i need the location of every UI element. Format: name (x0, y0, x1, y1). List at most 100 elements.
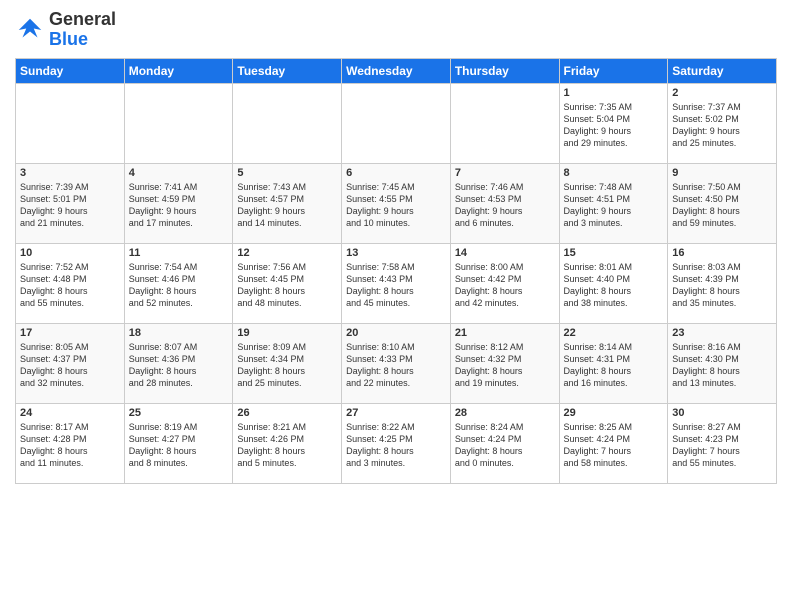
calendar-week-2: 3 Sunrise: 7:39 AM Sunset: 5:01 PM Daylig… (16, 163, 777, 243)
day-info: Sunrise: 7:56 AM Sunset: 4:45 PM Dayligh… (237, 261, 337, 310)
day-info: Sunrise: 7:48 AM Sunset: 4:51 PM Dayligh… (564, 181, 664, 230)
calendar-cell: 18 Sunrise: 8:07 AM Sunset: 4:36 PM Dayli… (124, 323, 233, 403)
header: General Blue (15, 10, 777, 50)
day-info: Sunrise: 8:09 AM Sunset: 4:34 PM Dayligh… (237, 341, 337, 390)
day-number: 23 (672, 327, 772, 339)
calendar-cell: 19 Sunrise: 8:09 AM Sunset: 4:34 PM Dayli… (233, 323, 342, 403)
day-info: Sunrise: 8:21 AM Sunset: 4:26 PM Dayligh… (237, 421, 337, 470)
calendar-cell: 2 Sunrise: 7:37 AM Sunset: 5:02 PM Daylig… (668, 83, 777, 163)
calendar-cell (450, 83, 559, 163)
day-info: Sunrise: 8:05 AM Sunset: 4:37 PM Dayligh… (20, 341, 120, 390)
day-info: Sunrise: 8:12 AM Sunset: 4:32 PM Dayligh… (455, 341, 555, 390)
calendar-cell: 28 Sunrise: 8:24 AM Sunset: 4:24 PM Dayli… (450, 403, 559, 483)
day-number: 10 (20, 247, 120, 259)
day-number: 30 (672, 407, 772, 419)
day-number: 15 (564, 247, 664, 259)
weekday-header-sunday: Sunday (16, 58, 125, 83)
day-number: 4 (129, 167, 229, 179)
calendar-cell: 20Sunrise: 8:10 AM Sunset: 4:33 PM Dayli… (342, 323, 451, 403)
calendar-cell: 25 Sunrise: 8:19 AM Sunset: 4:27 PM Dayli… (124, 403, 233, 483)
day-info: Sunrise: 7:46 AM Sunset: 4:53 PM Dayligh… (455, 181, 555, 230)
day-info: Sunrise: 8:17 AM Sunset: 4:28 PM Dayligh… (20, 421, 120, 470)
day-info: Sunrise: 8:00 AM Sunset: 4:42 PM Dayligh… (455, 261, 555, 310)
calendar-cell (124, 83, 233, 163)
day-info: Sunrise: 7:45 AM Sunset: 4:55 PM Dayligh… (346, 181, 446, 230)
calendar-cell: 8Sunrise: 7:48 AM Sunset: 4:51 PM Daylig… (559, 163, 668, 243)
calendar-cell: 26 Sunrise: 8:21 AM Sunset: 4:26 PM Dayli… (233, 403, 342, 483)
calendar-cell: 22Sunrise: 8:14 AM Sunset: 4:31 PM Dayli… (559, 323, 668, 403)
day-number: 9 (672, 167, 772, 179)
weekday-header-monday: Monday (124, 58, 233, 83)
calendar-cell: 24 Sunrise: 8:17 AM Sunset: 4:28 PM Dayli… (16, 403, 125, 483)
weekday-header-row: SundayMondayTuesdayWednesdayThursdayFrid… (16, 58, 777, 83)
logo: General Blue (15, 10, 116, 50)
day-info: Sunrise: 7:35 AM Sunset: 5:04 PM Dayligh… (564, 101, 664, 150)
calendar-cell: 5 Sunrise: 7:43 AM Sunset: 4:57 PM Daylig… (233, 163, 342, 243)
calendar-cell: 7 Sunrise: 7:46 AM Sunset: 4:53 PM Daylig… (450, 163, 559, 243)
day-number: 14 (455, 247, 555, 259)
calendar-cell: 13 Sunrise: 7:58 AM Sunset: 4:43 PM Dayli… (342, 243, 451, 323)
calendar-week-3: 10 Sunrise: 7:52 AM Sunset: 4:48 PM Dayli… (16, 243, 777, 323)
page-container: General Blue SundayMondayTuesdayWednesda… (0, 0, 792, 494)
day-number: 17 (20, 327, 120, 339)
calendar-cell: 10 Sunrise: 7:52 AM Sunset: 4:48 PM Dayli… (16, 243, 125, 323)
day-number: 1 (564, 87, 664, 99)
calendar-cell: 29Sunrise: 8:25 AM Sunset: 4:24 PM Dayli… (559, 403, 668, 483)
calendar-cell: 3 Sunrise: 7:39 AM Sunset: 5:01 PM Daylig… (16, 163, 125, 243)
calendar-cell: 9 Sunrise: 7:50 AM Sunset: 4:50 PM Daylig… (668, 163, 777, 243)
calendar-cell (233, 83, 342, 163)
day-number: 5 (237, 167, 337, 179)
day-number: 28 (455, 407, 555, 419)
day-info: Sunrise: 7:39 AM Sunset: 5:01 PM Dayligh… (20, 181, 120, 230)
day-number: 19 (237, 327, 337, 339)
day-info: Sunrise: 7:52 AM Sunset: 4:48 PM Dayligh… (20, 261, 120, 310)
day-info: Sunrise: 7:58 AM Sunset: 4:43 PM Dayligh… (346, 261, 446, 310)
day-number: 27 (346, 407, 446, 419)
calendar-cell (342, 83, 451, 163)
calendar-table: SundayMondayTuesdayWednesdayThursdayFrid… (15, 58, 777, 484)
day-number: 11 (129, 247, 229, 259)
calendar-cell: 16 Sunrise: 8:03 AM Sunset: 4:39 PM Dayli… (668, 243, 777, 323)
day-number: 7 (455, 167, 555, 179)
calendar-cell: 17 Sunrise: 8:05 AM Sunset: 4:37 PM Dayli… (16, 323, 125, 403)
weekday-header-wednesday: Wednesday (342, 58, 451, 83)
calendar-week-1: 1 Sunrise: 7:35 AM Sunset: 5:04 PM Daylig… (16, 83, 777, 163)
day-info: Sunrise: 7:37 AM Sunset: 5:02 PM Dayligh… (672, 101, 772, 150)
day-info: Sunrise: 8:27 AM Sunset: 4:23 PM Dayligh… (672, 421, 772, 470)
day-number: 18 (129, 327, 229, 339)
day-info: Sunrise: 8:24 AM Sunset: 4:24 PM Dayligh… (455, 421, 555, 470)
calendar-cell: 11 Sunrise: 7:54 AM Sunset: 4:46 PM Dayli… (124, 243, 233, 323)
day-number: 13 (346, 247, 446, 259)
day-info: Sunrise: 8:16 AM Sunset: 4:30 PM Dayligh… (672, 341, 772, 390)
day-info: Sunrise: 7:50 AM Sunset: 4:50 PM Dayligh… (672, 181, 772, 230)
calendar-cell: 27 Sunrise: 8:22 AM Sunset: 4:25 PM Dayli… (342, 403, 451, 483)
calendar-cell: 23 Sunrise: 8:16 AM Sunset: 4:30 PM Dayli… (668, 323, 777, 403)
calendar-cell: 1 Sunrise: 7:35 AM Sunset: 5:04 PM Daylig… (559, 83, 668, 163)
day-number: 26 (237, 407, 337, 419)
day-number: 3 (20, 167, 120, 179)
calendar-cell: 30 Sunrise: 8:27 AM Sunset: 4:23 PM Dayli… (668, 403, 777, 483)
weekday-header-saturday: Saturday (668, 58, 777, 83)
weekday-header-thursday: Thursday (450, 58, 559, 83)
day-number: 21 (455, 327, 555, 339)
day-number: 12 (237, 247, 337, 259)
calendar-header: SundayMondayTuesdayWednesdayThursdayFrid… (16, 58, 777, 83)
weekday-header-friday: Friday (559, 58, 668, 83)
day-info: Sunrise: 8:22 AM Sunset: 4:25 PM Dayligh… (346, 421, 446, 470)
day-number: 25 (129, 407, 229, 419)
day-info: Sunrise: 7:43 AM Sunset: 4:57 PM Dayligh… (237, 181, 337, 230)
day-info: Sunrise: 8:03 AM Sunset: 4:39 PM Dayligh… (672, 261, 772, 310)
calendar-cell: 14 Sunrise: 8:00 AM Sunset: 4:42 PM Dayli… (450, 243, 559, 323)
day-number: 24 (20, 407, 120, 419)
day-info: Sunrise: 8:01 AM Sunset: 4:40 PM Dayligh… (564, 261, 664, 310)
day-info: Sunrise: 8:07 AM Sunset: 4:36 PM Dayligh… (129, 341, 229, 390)
day-info: Sunrise: 8:19 AM Sunset: 4:27 PM Dayligh… (129, 421, 229, 470)
day-number: 2 (672, 87, 772, 99)
day-number: 16 (672, 247, 772, 259)
calendar-cell: 15 Sunrise: 8:01 AM Sunset: 4:40 PM Dayli… (559, 243, 668, 323)
calendar-week-5: 24 Sunrise: 8:17 AM Sunset: 4:28 PM Dayli… (16, 403, 777, 483)
day-info: Sunrise: 8:10 AM Sunset: 4:33 PM Dayligh… (346, 341, 446, 390)
day-info: Sunrise: 8:14 AM Sunset: 4:31 PM Dayligh… (564, 341, 664, 390)
day-info: Sunrise: 7:54 AM Sunset: 4:46 PM Dayligh… (129, 261, 229, 310)
calendar-cell: 21 Sunrise: 8:12 AM Sunset: 4:32 PM Dayli… (450, 323, 559, 403)
